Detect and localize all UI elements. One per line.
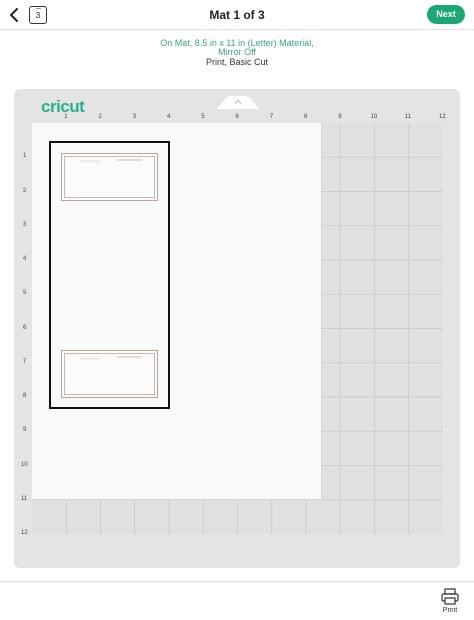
top-ruler-label: 10 <box>370 114 378 120</box>
design-card-top[interactable] <box>61 153 158 201</box>
top-ruler-label: 5 <box>201 114 205 120</box>
top-ruler-label: 7 <box>269 114 274 120</box>
side-ruler-label: 10 <box>21 461 28 468</box>
print-label: Print <box>442 607 458 614</box>
selection-box[interactable] <box>49 141 170 409</box>
top-ruler-label: 8 <box>304 114 308 120</box>
card-text-detail <box>117 356 142 358</box>
top-bar: 3 Mat 1 of 3 Next <box>0 0 474 30</box>
cricut-logo: cricut <box>41 97 85 116</box>
top-ruler-label: 3 <box>132 114 137 120</box>
top-ruler-label: 6 <box>235 114 239 120</box>
side-ruler-label: 8 <box>23 393 27 399</box>
card-text-blur <box>80 160 100 163</box>
card-text-detail <box>117 159 142 161</box>
card-border <box>64 156 155 198</box>
top-ruler-label: 11 <box>404 114 411 120</box>
top-ruler-label: 4 <box>167 114 171 120</box>
cut-area <box>32 123 443 534</box>
card-border <box>64 353 155 395</box>
mat-tab-icon <box>217 96 259 109</box>
top-ruler-label: 2 <box>98 114 102 120</box>
next-button[interactable]: Next <box>427 5 465 24</box>
side-ruler-label: 7 <box>23 358 27 365</box>
printer-icon <box>441 588 459 605</box>
side-ruler-label: 3 <box>23 221 27 228</box>
top-ruler-label: 9 <box>338 114 342 120</box>
cut-info: Print, Basic Cut <box>205 57 269 67</box>
material-line-2: Mirror Off <box>218 47 256 57</box>
side-ruler-label: 12 <box>21 530 28 536</box>
card-text-blur <box>80 357 100 360</box>
side-ruler-label: 11 <box>21 495 28 502</box>
design-card-bottom[interactable] <box>61 350 158 398</box>
page-title: Mat 1 of 3 <box>209 8 265 22</box>
material-page <box>32 123 322 500</box>
side-ruler-label: 1 <box>23 153 27 160</box>
top-ruler-label: 12 <box>439 114 446 120</box>
top-ruler-label: 1 <box>64 114 68 120</box>
side-ruler-label: 2 <box>23 187 27 194</box>
side-ruler-label: 6 <box>23 324 27 331</box>
bottom-bar: Print <box>0 581 474 620</box>
print-button[interactable]: Print <box>437 587 463 617</box>
side-ruler-label: 5 <box>23 290 27 297</box>
cutting-mat: cricut 1 2 3 4 5 6 7 8 9 10 11 12 1 2 3 4 5 6 7 8 9 10 11 12 <box>14 89 460 568</box>
side-ruler-label: 9 <box>23 427 27 434</box>
side-ruler-label: 4 <box>23 256 27 262</box>
